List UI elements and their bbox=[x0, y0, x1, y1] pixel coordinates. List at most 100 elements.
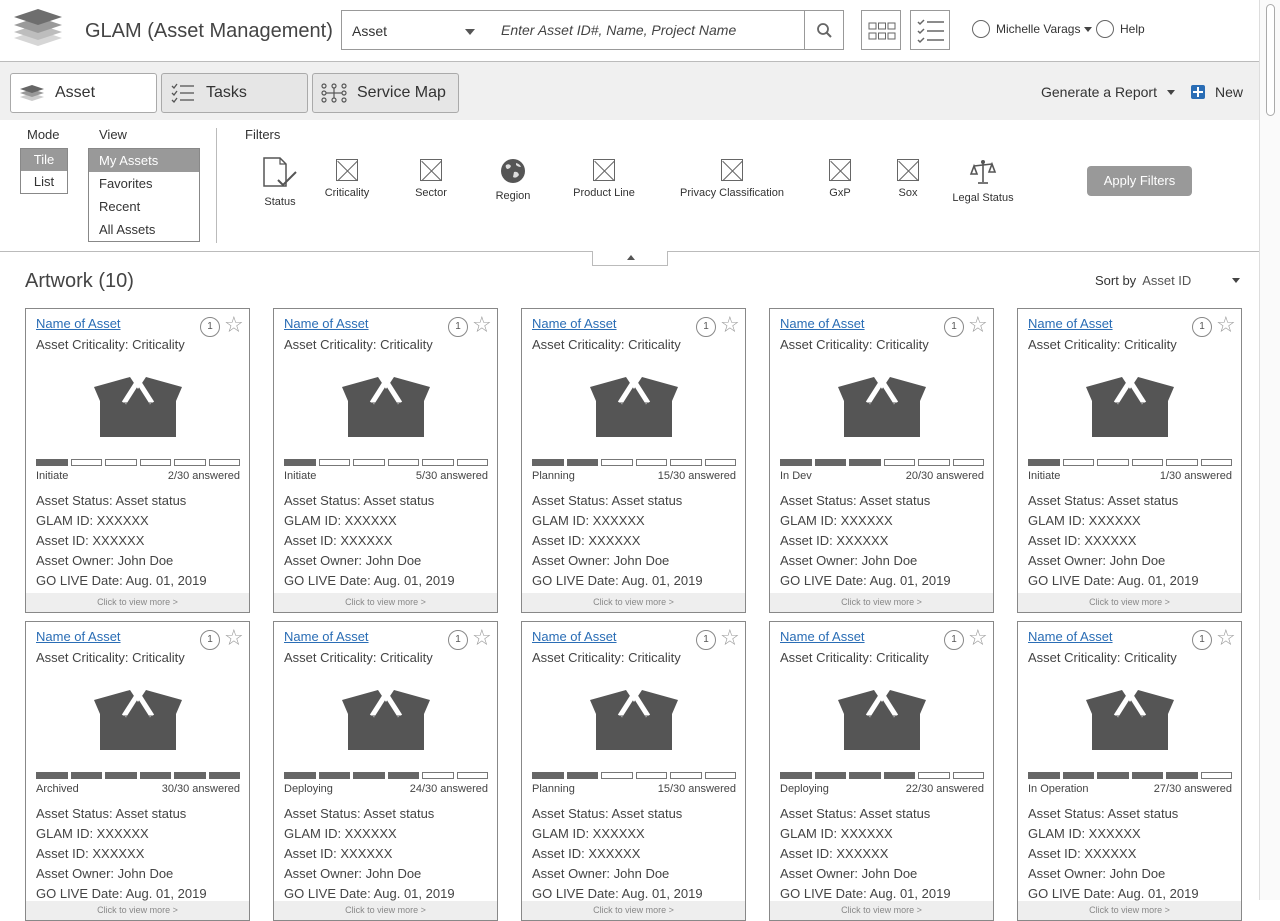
tab-tasks[interactable]: Tasks bbox=[161, 73, 308, 113]
asset-name-link[interactable]: Name of Asset bbox=[36, 316, 121, 331]
mode-option-list[interactable]: List bbox=[21, 171, 67, 193]
search-type-select[interactable]: Asset bbox=[341, 10, 486, 50]
asset-card[interactable]: Name of Asset 1 ☆ Asset Criticality: Critic… bbox=[273, 308, 498, 613]
view-more-link[interactable]: Click to view more > bbox=[26, 901, 249, 920]
asset-owner: Asset Owner: John Doe bbox=[780, 553, 918, 568]
tab-asset[interactable]: Asset bbox=[10, 73, 157, 113]
asset-criticality: Asset Criticality: Criticality bbox=[1028, 337, 1177, 352]
view-more-link[interactable]: Click to view more > bbox=[1018, 593, 1241, 612]
asset-name-link[interactable]: Name of Asset bbox=[36, 629, 121, 644]
mode-option-tile[interactable]: Tile bbox=[21, 149, 67, 171]
asset-card[interactable]: Name of Asset 1 ☆ Asset Criticality: Critic… bbox=[769, 621, 994, 921]
answered-count: 22/30 answered bbox=[905, 783, 984, 795]
search-button[interactable] bbox=[804, 10, 844, 50]
asset-card[interactable]: Name of Asset 1 ☆ Asset Criticality: Critic… bbox=[521, 621, 746, 921]
star-icon[interactable]: ☆ bbox=[968, 314, 988, 336]
progress-segment bbox=[670, 459, 702, 466]
checklist-view-button[interactable] bbox=[910, 10, 950, 50]
star-icon[interactable]: ☆ bbox=[472, 627, 492, 649]
tile-view-button[interactable] bbox=[861, 10, 901, 50]
view-more-link[interactable]: Click to view more > bbox=[770, 901, 993, 920]
filter-legal-status[interactable]: Legal Status bbox=[950, 158, 1016, 204]
asset-card[interactable]: Name of Asset 1 ☆ Asset Criticality: Critic… bbox=[521, 308, 746, 613]
collapse-filters-toggle[interactable] bbox=[592, 251, 668, 266]
view-option-all-assets[interactable]: All Assets bbox=[89, 218, 199, 241]
progress-bar bbox=[1028, 459, 1232, 466]
progress-segment bbox=[704, 459, 736, 466]
view-more-link[interactable]: Click to view more > bbox=[274, 901, 497, 920]
asset-owner: Asset Owner: John Doe bbox=[1028, 866, 1166, 881]
progress-segment bbox=[36, 772, 68, 779]
search-input[interactable] bbox=[485, 10, 805, 50]
sort-dropdown[interactable]: Sort by Asset ID bbox=[1095, 273, 1240, 288]
asset-id: Asset ID: XXXXXX bbox=[532, 846, 641, 861]
filter-sox[interactable]: Sox bbox=[888, 159, 928, 199]
tab-service-map[interactable]: Service Map bbox=[312, 73, 459, 113]
view-more-link[interactable]: Click to view more > bbox=[26, 593, 249, 612]
asset-status: Asset Status: Asset status bbox=[284, 806, 435, 821]
filter-product-line[interactable]: Product Line bbox=[568, 159, 640, 199]
view-option-recent[interactable]: Recent bbox=[89, 195, 199, 218]
asset-name-link[interactable]: Name of Asset bbox=[780, 629, 865, 644]
globe-icon bbox=[501, 159, 525, 183]
layers-logo-icon[interactable] bbox=[12, 8, 64, 54]
star-icon[interactable]: ☆ bbox=[1216, 314, 1236, 336]
star-icon[interactable]: ☆ bbox=[1216, 627, 1236, 649]
view-more-link[interactable]: Click to view more > bbox=[770, 593, 993, 612]
filter-gxp[interactable]: GxP bbox=[820, 159, 860, 199]
asset-card[interactable]: Name of Asset 1 ☆ Asset Criticality: Critic… bbox=[273, 621, 498, 921]
star-icon[interactable]: ☆ bbox=[472, 314, 492, 336]
generate-report-dropdown[interactable]: Generate a Report bbox=[1041, 84, 1175, 100]
star-icon[interactable]: ☆ bbox=[224, 314, 244, 336]
progress-segment bbox=[849, 772, 881, 779]
asset-card[interactable]: Name of Asset 1 ☆ Asset Criticality: Critic… bbox=[1017, 308, 1242, 613]
placeholder-icon bbox=[829, 159, 851, 181]
asset-card[interactable]: Name of Asset 1 ☆ Asset Criticality: Critic… bbox=[25, 308, 250, 613]
asset-criticality: Asset Criticality: Criticality bbox=[532, 650, 681, 665]
asset-card[interactable]: Name of Asset 1 ☆ Asset Criticality: Critic… bbox=[1017, 621, 1242, 921]
go-live-date: GO LIVE Date: Aug. 01, 2019 bbox=[36, 573, 207, 588]
asset-info: Asset Status: Asset status GLAM ID: XXXXX… bbox=[1028, 804, 1199, 904]
asset-name-link[interactable]: Name of Asset bbox=[780, 316, 865, 331]
filter-status[interactable]: Status bbox=[259, 156, 301, 208]
star-icon[interactable]: ☆ bbox=[720, 314, 740, 336]
progress-segment bbox=[353, 772, 385, 779]
apply-filters-button[interactable]: Apply Filters bbox=[1087, 166, 1192, 196]
filter-region[interactable]: Region bbox=[488, 158, 538, 202]
new-button[interactable]: New bbox=[1191, 84, 1243, 100]
star-icon[interactable]: ☆ bbox=[720, 627, 740, 649]
phase-label: Planning bbox=[532, 470, 575, 482]
filter-privacy-classification[interactable]: Privacy Classification bbox=[676, 159, 788, 199]
scrollbar-thumb[interactable] bbox=[1266, 4, 1275, 116]
progress-segment bbox=[387, 772, 419, 779]
count-badge: 1 bbox=[448, 630, 468, 650]
sort-label: Sort by bbox=[1095, 273, 1137, 288]
asset-name-link[interactable]: Name of Asset bbox=[284, 629, 369, 644]
progress-segment bbox=[883, 459, 915, 466]
asset-name-link[interactable]: Name of Asset bbox=[532, 316, 617, 331]
asset-criticality: Asset Criticality: Criticality bbox=[284, 337, 433, 352]
progress-segment bbox=[174, 772, 206, 779]
asset-name-link[interactable]: Name of Asset bbox=[1028, 629, 1113, 644]
asset-name-link[interactable]: Name of Asset bbox=[532, 629, 617, 644]
filter-criticality[interactable]: Criticality bbox=[322, 159, 372, 199]
asset-name-link[interactable]: Name of Asset bbox=[1028, 316, 1113, 331]
view-more-link[interactable]: Click to view more > bbox=[522, 593, 745, 612]
asset-card[interactable]: Name of Asset 1 ☆ Asset Criticality: Critic… bbox=[25, 621, 250, 921]
view-option-favorites[interactable]: Favorites bbox=[89, 172, 199, 195]
star-icon[interactable]: ☆ bbox=[968, 627, 988, 649]
asset-name-link[interactable]: Name of Asset bbox=[284, 316, 369, 331]
vertical-scrollbar[interactable] bbox=[1259, 0, 1280, 900]
star-icon[interactable]: ☆ bbox=[224, 627, 244, 649]
progress-segment bbox=[1131, 772, 1163, 779]
view-more-link[interactable]: Click to view more > bbox=[274, 593, 497, 612]
asset-card[interactable]: Name of Asset 1 ☆ Asset Criticality: Critic… bbox=[769, 308, 994, 613]
progress-segment bbox=[566, 772, 598, 779]
asset-status: Asset Status: Asset status bbox=[780, 806, 931, 821]
view-more-link[interactable]: Click to view more > bbox=[522, 901, 745, 920]
user-menu[interactable]: Michelle Varags bbox=[972, 20, 1093, 38]
help-link[interactable]: Help bbox=[1096, 20, 1145, 38]
view-option-my-assets[interactable]: My Assets bbox=[89, 149, 199, 172]
view-more-link[interactable]: Click to view more > bbox=[1018, 901, 1241, 920]
filter-sector[interactable]: Sector bbox=[406, 159, 456, 199]
